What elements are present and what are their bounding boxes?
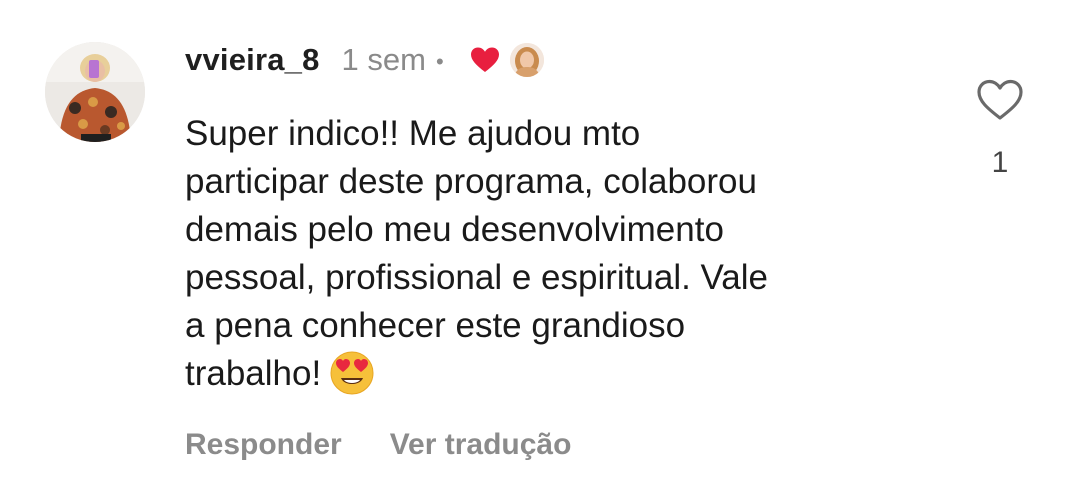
like-count: 1 bbox=[991, 146, 1009, 179]
red-heart-icon bbox=[470, 46, 500, 74]
user-avatar[interactable] bbox=[45, 42, 145, 142]
timestamp: 1 sem bbox=[341, 42, 426, 77]
see-translation-button[interactable]: Ver tradução bbox=[390, 428, 572, 462]
comment-body: Super indico!! Me ajudou mto participar … bbox=[185, 114, 769, 393]
reply-button[interactable]: Responder bbox=[185, 428, 342, 462]
comment-text: Super indico!! Me ajudou mto participar … bbox=[185, 110, 925, 399]
separator-dot: • bbox=[435, 49, 444, 74]
comment-actions: Responder Ver tradução bbox=[185, 428, 571, 462]
heart-eyes-emoji-icon bbox=[329, 350, 375, 396]
comment: vvieira_8 1 sem • Super indico!! Me ajud… bbox=[0, 0, 1080, 490]
heart-outline-icon[interactable] bbox=[976, 78, 1024, 122]
like-column: 1 bbox=[970, 78, 1030, 180]
comment-header: vvieira_8 1 sem • bbox=[185, 40, 544, 80]
author-mini-avatar bbox=[509, 43, 544, 77]
user-avatar-image bbox=[45, 42, 145, 142]
username[interactable]: vvieira_8 bbox=[185, 42, 320, 78]
